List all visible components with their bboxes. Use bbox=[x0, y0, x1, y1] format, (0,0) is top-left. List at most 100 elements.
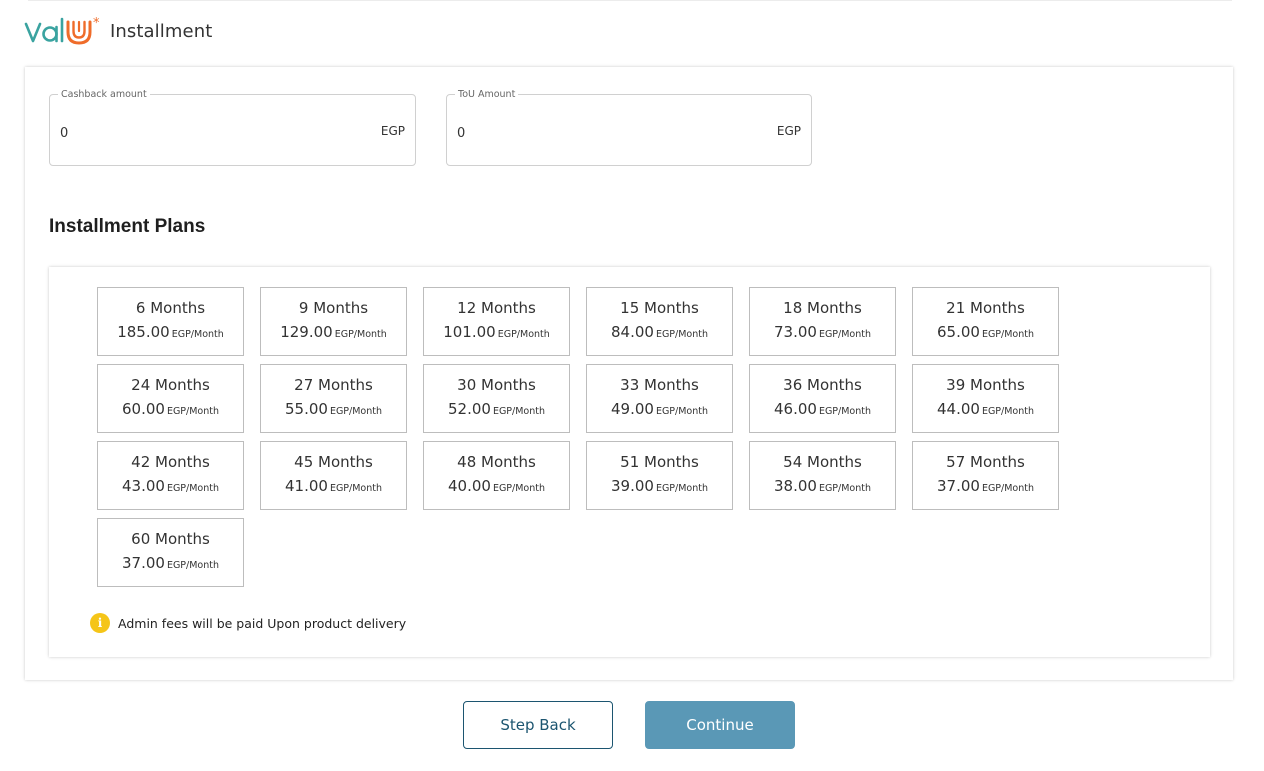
cashback-amount-label: Cashback amount bbox=[58, 89, 150, 101]
plan-amount: 52.00 bbox=[447, 399, 491, 418]
plan-option[interactable]: 54 Months 38.00 EGP/Month bbox=[749, 441, 896, 510]
tou-amount-value[interactable]: 0 bbox=[457, 126, 465, 141]
plan-unit: EGP/Month bbox=[166, 559, 220, 571]
cashback-amount-field[interactable]: Cashback amount 0 EGP bbox=[49, 89, 416, 166]
plan-option[interactable]: 21 Months 65.00 EGP/Month bbox=[912, 287, 1059, 356]
installment-plans-title: Installment Plans bbox=[49, 216, 206, 237]
plan-amount: 60.00 bbox=[121, 399, 165, 418]
plan-price: 65.00 EGP/Month bbox=[937, 321, 1034, 346]
plan-months: 51 Months bbox=[620, 452, 699, 471]
top-divider bbox=[28, 0, 1232, 1]
continue-button[interactable]: Continue bbox=[645, 701, 795, 749]
plan-unit: EGP/Month bbox=[166, 405, 220, 417]
plan-option[interactable]: 33 Months 49.00 EGP/Month bbox=[586, 364, 733, 433]
cashback-amount-currency: EGP bbox=[380, 124, 405, 138]
plan-price: 60.00 EGP/Month bbox=[122, 398, 219, 423]
plan-price: 129.00 EGP/Month bbox=[280, 321, 387, 346]
plan-amount: 65.00 bbox=[936, 322, 980, 341]
plan-unit: EGP/Month bbox=[655, 405, 709, 417]
plan-amount: 55.00 bbox=[284, 399, 328, 418]
valu-logo-icon: * bbox=[24, 16, 100, 45]
valu-logo: * bbox=[24, 14, 102, 48]
plan-option[interactable]: 45 Months 41.00 EGP/Month bbox=[260, 441, 407, 510]
plan-price: 101.00 EGP/Month bbox=[443, 321, 550, 346]
plan-price: 84.00 EGP/Month bbox=[611, 321, 708, 346]
plan-price: 40.00 EGP/Month bbox=[448, 475, 545, 500]
plan-months: 45 Months bbox=[294, 452, 373, 471]
installment-plans-panel: 6 Months 185.00 EGP/Month 9 Months 129.00 EGP… bbox=[49, 267, 1210, 657]
svg-text:*: * bbox=[93, 16, 100, 31]
plan-months: 15 Months bbox=[620, 298, 699, 317]
tou-amount-field[interactable]: ToU Amount 0 EGP bbox=[446, 89, 812, 166]
plan-amount: 43.00 bbox=[121, 476, 165, 495]
plan-amount: 129.00 bbox=[280, 322, 333, 341]
installment-card: Cashback amount 0 EGP ToU Amount 0 EGP I… bbox=[25, 67, 1233, 680]
page-title: Installment bbox=[110, 20, 213, 42]
plan-months: 39 Months bbox=[946, 375, 1025, 394]
plan-months: 6 Months bbox=[135, 298, 206, 317]
plan-unit: EGP/Month bbox=[981, 328, 1035, 340]
plan-option[interactable]: 24 Months 60.00 EGP/Month bbox=[97, 364, 244, 433]
plan-option[interactable]: 36 Months 46.00 EGP/Month bbox=[749, 364, 896, 433]
plan-months: 30 Months bbox=[457, 375, 536, 394]
plan-option[interactable]: 60 Months 37.00 EGP/Month bbox=[97, 518, 244, 587]
plan-option[interactable]: 42 Months 43.00 EGP/Month bbox=[97, 441, 244, 510]
plan-amount: 39.00 bbox=[610, 476, 654, 495]
plan-price: 52.00 EGP/Month bbox=[448, 398, 545, 423]
plan-option[interactable]: 48 Months 40.00 EGP/Month bbox=[423, 441, 570, 510]
plan-unit: EGP/Month bbox=[497, 328, 550, 340]
plan-amount: 44.00 bbox=[936, 399, 980, 418]
plan-price: 37.00 EGP/Month bbox=[937, 475, 1034, 500]
plan-option[interactable]: 57 Months 37.00 EGP/Month bbox=[912, 441, 1059, 510]
plan-unit: EGP/Month bbox=[171, 328, 224, 340]
plan-months: 21 Months bbox=[946, 298, 1025, 317]
cashback-amount-value[interactable]: 0 bbox=[60, 126, 68, 141]
plan-months: 33 Months bbox=[620, 375, 699, 394]
plan-unit: EGP/Month bbox=[334, 328, 387, 340]
plan-months: 18 Months bbox=[783, 298, 862, 317]
plan-price: 49.00 EGP/Month bbox=[611, 398, 708, 423]
plan-option[interactable]: 30 Months 52.00 EGP/Month bbox=[423, 364, 570, 433]
plan-months: 12 Months bbox=[457, 298, 536, 317]
plan-unit: EGP/Month bbox=[492, 482, 546, 494]
plan-unit: EGP/Month bbox=[492, 405, 546, 417]
plan-unit: EGP/Month bbox=[329, 482, 383, 494]
plan-option[interactable]: 51 Months 39.00 EGP/Month bbox=[586, 441, 733, 510]
plan-price: 37.00 EGP/Month bbox=[122, 552, 219, 577]
plan-option[interactable]: 12 Months 101.00 EGP/Month bbox=[423, 287, 570, 356]
plan-amount: 41.00 bbox=[284, 476, 328, 495]
plan-months: 27 Months bbox=[294, 375, 373, 394]
plan-price: 38.00 EGP/Month bbox=[774, 475, 871, 500]
step-back-button[interactable]: Step Back bbox=[463, 701, 613, 749]
plan-option[interactable]: 39 Months 44.00 EGP/Month bbox=[912, 364, 1059, 433]
plan-option[interactable]: 9 Months 129.00 EGP/Month bbox=[260, 287, 407, 356]
plan-unit: EGP/Month bbox=[655, 482, 709, 494]
plan-price: 41.00 EGP/Month bbox=[285, 475, 382, 500]
plan-amount: 40.00 bbox=[447, 476, 491, 495]
plan-unit: EGP/Month bbox=[818, 482, 872, 494]
plan-months: 57 Months bbox=[946, 452, 1025, 471]
plan-unit: EGP/Month bbox=[818, 405, 872, 417]
plan-months: 60 Months bbox=[131, 529, 210, 548]
plan-unit: EGP/Month bbox=[166, 482, 220, 494]
plan-price: 73.00 EGP/Month bbox=[774, 321, 871, 346]
plan-amount: 185.00 bbox=[117, 322, 170, 341]
plan-price: 39.00 EGP/Month bbox=[611, 475, 708, 500]
plan-months: 36 Months bbox=[783, 375, 862, 394]
info-icon: i bbox=[90, 613, 110, 633]
plan-option[interactable]: 15 Months 84.00 EGP/Month bbox=[586, 287, 733, 356]
plan-price: 185.00 EGP/Month bbox=[117, 321, 224, 346]
plan-months: 48 Months bbox=[457, 452, 536, 471]
plan-amount: 73.00 bbox=[773, 322, 817, 341]
plan-option[interactable]: 6 Months 185.00 EGP/Month bbox=[97, 287, 244, 356]
plan-unit: EGP/Month bbox=[981, 482, 1035, 494]
plan-option[interactable]: 18 Months 73.00 EGP/Month bbox=[749, 287, 896, 356]
plan-unit: EGP/Month bbox=[818, 328, 872, 340]
plan-months: 9 Months bbox=[298, 298, 369, 317]
plan-months: 54 Months bbox=[783, 452, 862, 471]
tou-amount-label: ToU Amount bbox=[455, 89, 519, 101]
admin-fees-note: i Admin fees will be paid Upon product d… bbox=[90, 613, 406, 633]
plan-amount: 38.00 bbox=[773, 476, 817, 495]
plan-option[interactable]: 27 Months 55.00 EGP/Month bbox=[260, 364, 407, 433]
plan-amount: 46.00 bbox=[773, 399, 817, 418]
